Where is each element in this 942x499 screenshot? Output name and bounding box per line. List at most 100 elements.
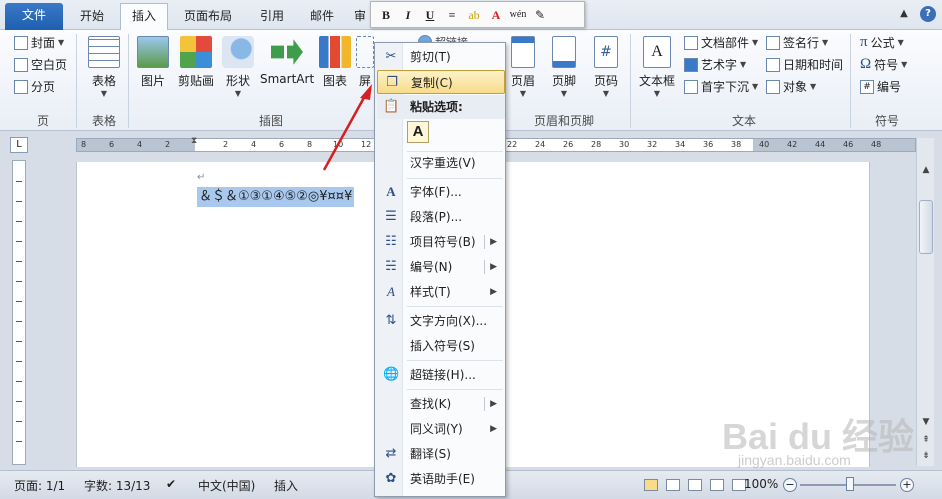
- paste-keep-text-only-button[interactable]: A: [407, 121, 429, 143]
- underline-button[interactable]: U: [421, 6, 439, 24]
- menu-item-cut[interactable]: ✂ 剪切(T): [377, 45, 505, 69]
- menu-item-numbering[interactable]: ☵ 编号(N) ▶: [377, 255, 505, 279]
- menu-item-font[interactable]: A 字体(F)...: [377, 180, 505, 204]
- menu-separator: [407, 306, 503, 307]
- date-time-button[interactable]: 日期和时间: [766, 56, 843, 73]
- vertical-ruler[interactable]: [12, 160, 26, 465]
- language-indicator[interactable]: 中文(中国): [198, 477, 255, 494]
- selected-text[interactable]: ＆＄＆①③①④⑤②◎¥¤¤¥: [197, 187, 355, 207]
- word-count[interactable]: 字数: 13/13: [84, 477, 150, 494]
- submenu-arrow-icon: ▶: [490, 399, 497, 409]
- ruler-label: 4: [251, 140, 257, 149]
- screenshot-icon: [356, 36, 374, 68]
- page-count[interactable]: 页面: 1/1: [14, 477, 65, 494]
- group-label-pages: 页: [36, 114, 49, 128]
- blank-page-button[interactable]: 空白页: [14, 56, 67, 73]
- menu-item-text-direction[interactable]: ⇅ 文字方向(X)...: [377, 309, 505, 333]
- scroll-up-icon[interactable]: ▲: [918, 162, 934, 178]
- zoom-in-button[interactable]: +: [900, 478, 914, 492]
- menu-item-hyperlink[interactable]: 🌐 超链接(H)...: [377, 363, 505, 387]
- group-divider: [76, 34, 77, 128]
- italic-button[interactable]: I: [399, 6, 417, 24]
- object-button[interactable]: 对象 ▼: [766, 78, 816, 95]
- next-page-icon[interactable]: ⇟: [918, 448, 934, 464]
- vertical-scrollbar[interactable]: ▲ ▼ ⇞ ⇟: [916, 138, 934, 466]
- paragraph-mark: ↵: [197, 172, 206, 183]
- screenshot-button[interactable]: 屏: [356, 36, 374, 89]
- group-label-text: 文本: [731, 114, 756, 128]
- outline-view-icon[interactable]: [710, 479, 724, 491]
- font-color-icon[interactable]: A: [487, 6, 505, 24]
- menu-item-copy[interactable]: ❐ 复制(C): [377, 70, 505, 94]
- textbox-button[interactable]: A 文本框 ▼: [636, 36, 678, 98]
- bullets-icon: ☷: [385, 234, 397, 249]
- footer-button[interactable]: 页脚 ▼: [548, 36, 580, 98]
- tab-file[interactable]: 文件: [5, 3, 63, 30]
- ribbon-minimize-icon[interactable]: ▲: [896, 6, 912, 22]
- clipart-button[interactable]: 剪贴画: [174, 36, 218, 89]
- tab-selector-button[interactable]: L: [10, 137, 28, 153]
- highlight-color-icon[interactable]: ab: [465, 6, 483, 24]
- menu-item-translate[interactable]: ⇄ 翻译(S): [377, 442, 505, 466]
- equation-button[interactable]: π 公式 ▼: [860, 34, 904, 51]
- menu-item-reconvert[interactable]: 汉字重选(V): [377, 151, 505, 175]
- help-icon[interactable]: ?: [920, 6, 936, 22]
- menu-item-english-assistant[interactable]: ✿ 英语助手(E): [377, 467, 505, 491]
- picture-button[interactable]: 图片: [136, 36, 170, 89]
- ruler-label: 38: [731, 140, 742, 149]
- proofing-icon[interactable]: ✔: [166, 477, 176, 491]
- ruler-label: 8: [307, 140, 313, 149]
- page-number-button[interactable]: # 页码 ▼: [590, 36, 622, 98]
- table-button[interactable]: 表格 ▼: [84, 36, 124, 98]
- menu-item-lookup[interactable]: 查找(K) ▶: [377, 392, 505, 416]
- smartart-button[interactable]: SmartArt: [260, 36, 314, 86]
- web-layout-icon[interactable]: [688, 479, 702, 491]
- tab-insert[interactable]: 插入: [120, 3, 168, 30]
- ruler-label: 6: [109, 140, 115, 149]
- menu-item-bullets[interactable]: ☷ 项目符号(B) ▶: [377, 230, 505, 254]
- format-painter-icon[interactable]: ✎: [531, 6, 549, 24]
- drop-cap-button[interactable]: 首字下沉 ▼: [684, 78, 758, 95]
- symbol-button[interactable]: Ω 符号 ▼: [860, 56, 907, 73]
- menu-item-styles[interactable]: A 样式(T) ▶: [377, 280, 505, 304]
- calendar-icon: [766, 57, 780, 72]
- cover-page-button[interactable]: 封面 ▼: [14, 34, 64, 51]
- bold-button[interactable]: B: [377, 6, 395, 24]
- previous-page-icon[interactable]: ⇞: [918, 432, 934, 448]
- insert-mode-indicator[interactable]: 插入: [274, 477, 298, 494]
- zoom-out-button[interactable]: −: [783, 478, 797, 492]
- menu-item-paragraph[interactable]: ☰ 段落(P)...: [377, 205, 505, 229]
- signature-line-button[interactable]: 签名行 ▼: [766, 34, 828, 51]
- scroll-thumb[interactable]: [919, 200, 933, 254]
- zoom-level[interactable]: 100%: [744, 477, 778, 491]
- scroll-down-icon[interactable]: ▼: [918, 414, 934, 430]
- tab-page-layout[interactable]: 页面布局: [172, 4, 244, 30]
- blank-page-icon: [14, 57, 28, 72]
- tab-home[interactable]: 开始: [68, 4, 116, 30]
- submenu-arrow-icon: ▶: [490, 237, 497, 247]
- print-layout-view-icon[interactable]: [644, 479, 658, 491]
- ruler-label: 48: [871, 140, 882, 149]
- zoom-slider-knob[interactable]: [846, 477, 854, 491]
- tab-references[interactable]: 引用: [250, 4, 294, 30]
- group-divider: [128, 34, 129, 128]
- tab-review[interactable]: 审: [350, 4, 370, 30]
- menu-item-insert-symbol[interactable]: 插入符号(S): [377, 334, 505, 358]
- tab-mailings[interactable]: 邮件: [300, 4, 344, 30]
- center-align-icon[interactable]: ≡: [443, 6, 461, 24]
- quick-parts-button[interactable]: 文档部件 ▼: [684, 34, 758, 51]
- full-screen-reading-icon[interactable]: [666, 479, 680, 491]
- chart-button[interactable]: 图表: [318, 36, 352, 89]
- indent-marker-icon[interactable]: ⧗: [191, 136, 197, 146]
- group-divider: [630, 34, 631, 128]
- numbering-symbol-button[interactable]: # 编号: [860, 78, 901, 95]
- group-label-symbols: 符号: [874, 114, 899, 128]
- wordart-button[interactable]: 艺术字 ▼: [684, 56, 746, 73]
- menu-item-synonyms[interactable]: 同义词(Y) ▶: [377, 417, 505, 441]
- shapes-button[interactable]: 形状 ▼: [220, 36, 256, 98]
- english-assistant-icon: ✿: [385, 471, 397, 486]
- page-break-button[interactable]: 分页: [14, 78, 55, 95]
- phonetic-guide-icon[interactable]: wén: [509, 6, 527, 24]
- group-label-header-footer: 页眉和页脚: [533, 114, 594, 128]
- header-button[interactable]: 页眉 ▼: [508, 36, 538, 98]
